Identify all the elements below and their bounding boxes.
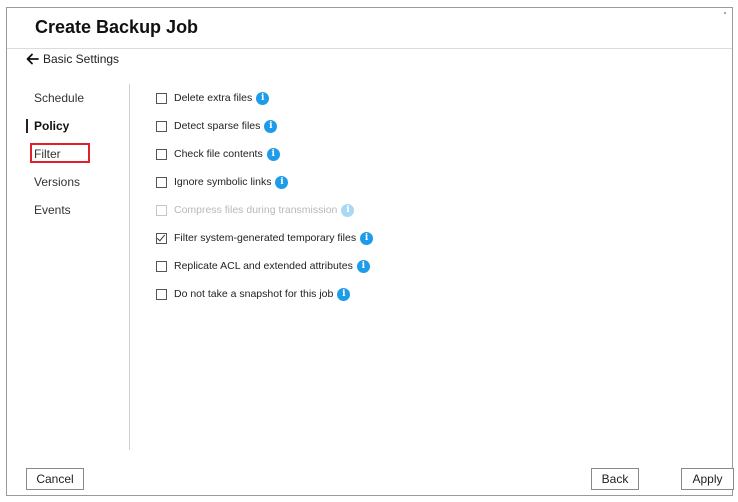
info-icon[interactable]: i [264,119,278,133]
option-detect-sparse-files[interactable]: Detect sparse files i [156,112,373,140]
back-link-label: Basic Settings [43,52,120,66]
nav-item-label: Schedule [34,91,85,105]
dialog-title: Create Backup Job [35,17,199,37]
option-ignore-symbolic-links[interactable]: Ignore symbolic links i [156,168,373,196]
nav-item-label: Policy [34,119,70,133]
option-delete-extra-files[interactable]: Delete extra files i [156,84,373,112]
nav-item-label: Filter [34,147,61,161]
dialog-titlebar: Create Backup Job [7,8,732,49]
info-icon[interactable]: i [275,175,289,189]
option-label: Replicate ACL and extended attributes [174,260,353,272]
check-file-contents-checkbox[interactable] [156,148,167,160]
no-snapshot-checkbox[interactable] [156,288,167,300]
basic-settings-back-link[interactable]: Basic Settings [26,52,119,66]
back-button[interactable]: Back [591,468,639,490]
settings-nav: Schedule Policy Filter Versions Events [20,84,120,224]
delete-extra-files-checkbox[interactable] [156,92,167,104]
detect-sparse-files-checkbox[interactable] [156,120,167,132]
info-icon[interactable]: i [356,259,370,273]
option-label: Check file contents [174,148,263,160]
option-label: Detect sparse files [174,120,261,132]
arrow-left-icon [26,53,39,65]
nav-item-policy[interactable]: Policy [20,112,120,140]
apply-button[interactable]: Apply [681,468,734,490]
info-icon[interactable]: i [256,91,270,105]
option-replicate-acl[interactable]: Replicate ACL and extended attributes i [156,252,373,280]
replicate-acl-checkbox[interactable] [156,260,167,272]
ignore-symbolic-links-checkbox[interactable] [156,176,167,188]
info-icon[interactable]: i [360,231,374,245]
option-label: Do not take a snapshot for this job [174,288,334,300]
nav-divider [129,84,130,450]
option-label: Compress files during transmission [174,204,338,216]
option-check-file-contents[interactable]: Check file contents i [156,140,373,168]
nav-item-filter[interactable]: Filter [20,140,120,168]
option-label: Ignore symbolic links [174,176,272,188]
nav-item-events[interactable]: Events [20,196,120,224]
nav-item-label: Events [34,203,71,217]
option-label: Delete extra files [174,92,253,104]
info-icon[interactable]: i [266,147,280,161]
option-filter-temp-files[interactable]: Filter system-generated temporary files … [156,224,374,252]
policy-options: Delete extra files i Detect sparse files… [156,84,374,308]
compress-files-checkbox [156,204,167,216]
nav-item-schedule[interactable]: Schedule [20,84,120,112]
option-no-snapshot[interactable]: Do not take a snapshot for this job i [156,280,373,308]
nav-item-versions[interactable]: Versions [20,168,120,196]
option-compress-files: Compress files during transmission i [156,196,373,224]
filter-temp-files-checkbox[interactable] [156,232,167,244]
option-label: Filter system-generated temporary files [174,232,357,244]
window-corner-mark [724,12,726,14]
info-icon: i [341,203,355,217]
cancel-button[interactable]: Cancel [26,468,84,490]
info-icon[interactable]: i [337,287,351,301]
nav-item-label: Versions [34,175,81,189]
